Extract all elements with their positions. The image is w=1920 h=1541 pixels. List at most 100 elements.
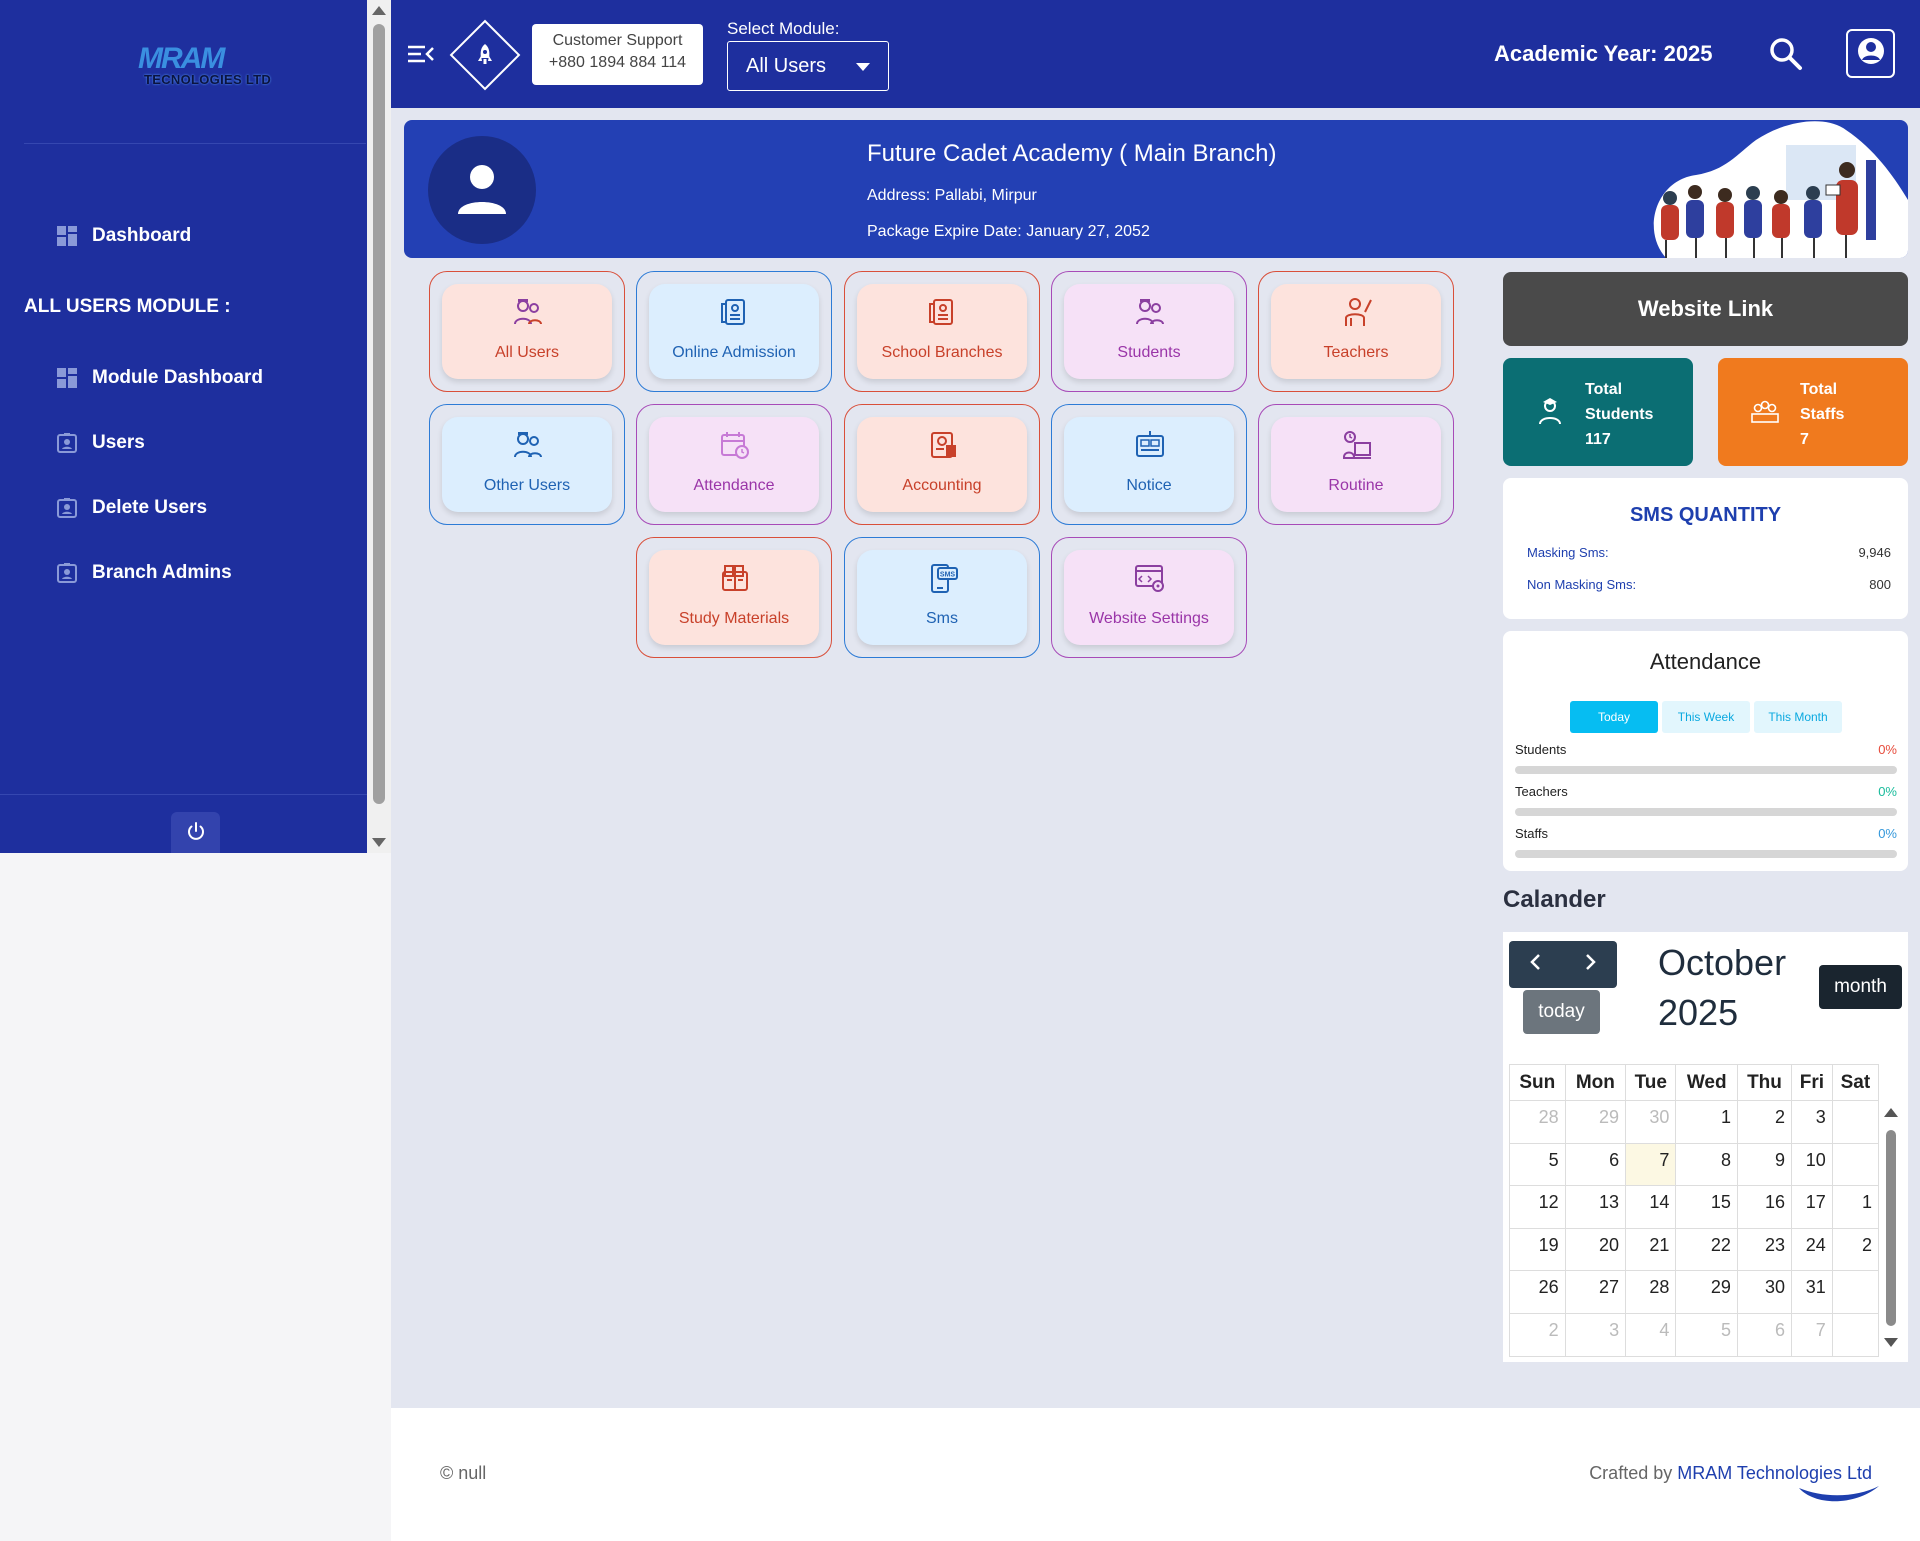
module-card-routine[interactable]: Routine: [1258, 404, 1454, 525]
calendar-day-cell-today[interactable]: 7: [1625, 1142, 1677, 1187]
calendar-day-cell[interactable]: 15: [1675, 1185, 1738, 1229]
calendar-month-view-button[interactable]: month: [1819, 965, 1902, 1009]
calendar-day-cell[interactable]: 27: [1564, 1270, 1627, 1314]
calendar-day-cell[interactable]: [1831, 1142, 1880, 1187]
logo-mark: MRAM: [138, 42, 225, 75]
module-card-body: Other Users: [442, 417, 612, 512]
calendar-day-cell[interactable]: 2: [1736, 1100, 1793, 1144]
scroll-up-arrow-icon[interactable]: [1884, 1108, 1898, 1117]
module-select[interactable]: All Users: [727, 41, 889, 91]
calendar-day-cell[interactable]: [1831, 1270, 1880, 1314]
scroll-down-arrow-icon[interactable]: [372, 838, 386, 847]
calendar-day-cell[interactable]: 20: [1564, 1227, 1627, 1272]
calendar-day-cell[interactable]: [1831, 1312, 1880, 1357]
total-staffs-card[interactable]: Total Staffs 7: [1718, 358, 1908, 466]
sidebar-item-label: Users: [92, 432, 145, 453]
company-link[interactable]: MRAM Technologies Ltd: [1677, 1463, 1872, 1483]
module-card-label: Students: [1117, 344, 1181, 361]
sidebar-item-delete-users[interactable]: Delete Users: [56, 497, 207, 519]
sidebar-item-dashboard[interactable]: Dashboard: [56, 225, 191, 247]
calendar-today-button[interactable]: today: [1523, 990, 1600, 1034]
calendar-day-cell[interactable]: 14: [1625, 1185, 1677, 1229]
module-card-label: Accounting: [902, 477, 982, 494]
calendar-day-cell[interactable]: 4: [1625, 1312, 1677, 1357]
module-card-students[interactable]: Students: [1051, 271, 1247, 392]
staff-group-icon: [1750, 396, 1780, 426]
calendar-day-cell[interactable]: [1831, 1100, 1880, 1144]
calendar-day-cell[interactable]: 17: [1791, 1185, 1833, 1229]
calendar-day-cell[interactable]: 12: [1509, 1185, 1566, 1229]
calendar-day-cell[interactable]: 1: [1675, 1100, 1738, 1144]
calendar-day-cell[interactable]: 28: [1625, 1270, 1677, 1314]
calendar-day-cell[interactable]: 29: [1564, 1100, 1627, 1144]
calendar-day-cell[interactable]: 10: [1791, 1142, 1833, 1187]
weekday-label: Wed: [1675, 1064, 1738, 1101]
search-icon[interactable]: [1768, 36, 1804, 72]
sidebar-footer-divider: [0, 794, 367, 795]
tab-this-month[interactable]: This Month: [1754, 701, 1842, 733]
calendar-prev-button[interactable]: [1509, 941, 1563, 988]
sidebar-vertical-scrollbar[interactable]: [367, 0, 391, 853]
calendar-widget: today October 2025 month Sun Mon Tue Wed…: [1503, 932, 1908, 1362]
calendar-day-cell[interactable]: 6: [1564, 1142, 1627, 1187]
module-card-accounting[interactable]: Accounting: [844, 404, 1040, 525]
module-card-sms[interactable]: SMS Sms: [844, 537, 1040, 658]
calendar-day-cell[interactable]: 2: [1509, 1312, 1566, 1357]
scrollbar-thumb[interactable]: [1886, 1130, 1896, 1326]
chevron-left-icon: [1529, 953, 1543, 976]
scroll-down-arrow-icon[interactable]: [1884, 1338, 1898, 1347]
sidebar-item-module-dashboard[interactable]: Module Dashboard: [56, 367, 263, 389]
calendar-heading: Calander: [1503, 886, 1606, 913]
calendar-day-cell[interactable]: 19: [1509, 1227, 1566, 1272]
total-students-card[interactable]: Total Students 117: [1503, 358, 1693, 466]
module-card-body: Students: [1064, 284, 1234, 379]
module-card-teachers[interactable]: Teachers: [1258, 271, 1454, 392]
calendar-day-cell[interactable]: 26: [1509, 1270, 1566, 1314]
sidebar-item-users[interactable]: Users: [56, 432, 145, 454]
tab-this-week[interactable]: This Week: [1662, 701, 1750, 733]
module-card-attendance[interactable]: Attendance: [636, 404, 832, 525]
calendar-day-cell[interactable]: 9: [1736, 1142, 1793, 1187]
scrollbar-thumb[interactable]: [373, 24, 385, 804]
module-card-notice[interactable]: Notice: [1051, 404, 1247, 525]
logout-button[interactable]: [171, 812, 220, 854]
website-link-button[interactable]: Website Link: [1503, 272, 1908, 346]
calendar-day-cell[interactable]: 31: [1791, 1270, 1833, 1314]
calendar-day-cell[interactable]: 24: [1791, 1227, 1833, 1272]
institution-address: Address: Pallabi, Mirpur: [867, 187, 1037, 204]
attendance-progress-bar: [1515, 808, 1897, 816]
calendar-day-cell[interactable]: 6: [1736, 1312, 1793, 1357]
sidebar-item-branch-admins[interactable]: Branch Admins: [56, 562, 232, 584]
calendar-day-cell[interactable]: 1: [1831, 1185, 1880, 1229]
calendar-day-cell[interactable]: 23: [1736, 1227, 1793, 1272]
calendar-day-cell[interactable]: 8: [1675, 1142, 1738, 1187]
user-profile-button[interactable]: [1846, 29, 1895, 78]
calendar-next-button[interactable]: [1563, 941, 1617, 988]
module-card-school-branches[interactable]: School Branches: [844, 271, 1040, 392]
calendar-day-cell[interactable]: 16: [1736, 1185, 1793, 1229]
calendar-day-cell[interactable]: 2: [1831, 1227, 1880, 1272]
calendar-scrollbar[interactable]: [1879, 1104, 1903, 1350]
company-logo[interactable]: MRAM TECNOLOGIES LTD: [138, 42, 278, 94]
tab-today[interactable]: Today: [1570, 701, 1658, 733]
module-card-all-users[interactable]: All Users: [429, 271, 625, 392]
module-card-other-users[interactable]: Other Users: [429, 404, 625, 525]
calendar-day-cell[interactable]: 28: [1509, 1100, 1566, 1144]
calendar-day-cell[interactable]: 22: [1675, 1227, 1738, 1272]
calendar-day-cell[interactable]: 3: [1791, 1100, 1833, 1144]
calendar-day-cell[interactable]: 5: [1675, 1312, 1738, 1357]
calendar-day-cell[interactable]: 5: [1509, 1142, 1566, 1187]
calendar-day-cell[interactable]: 30: [1625, 1100, 1677, 1144]
calendar-day-cell[interactable]: 30: [1736, 1270, 1793, 1314]
module-card-online-admission[interactable]: Online Admission: [636, 271, 832, 392]
module-card-study-materials[interactable]: Study Materials: [636, 537, 832, 658]
calendar-day-cell[interactable]: 13: [1564, 1185, 1627, 1229]
menu-toggle-icon[interactable]: [407, 42, 435, 66]
calendar-day-cell[interactable]: 7: [1791, 1312, 1833, 1357]
module-card-website-settings[interactable]: Website Settings: [1051, 537, 1247, 658]
customer-support-box[interactable]: Customer Support +880 1894 884 114: [532, 24, 703, 85]
calendar-day-cell[interactable]: 29: [1675, 1270, 1738, 1314]
calendar-day-cell[interactable]: 3: [1564, 1312, 1627, 1357]
scroll-up-arrow-icon[interactable]: [372, 6, 386, 15]
calendar-day-cell[interactable]: 21: [1625, 1227, 1677, 1272]
